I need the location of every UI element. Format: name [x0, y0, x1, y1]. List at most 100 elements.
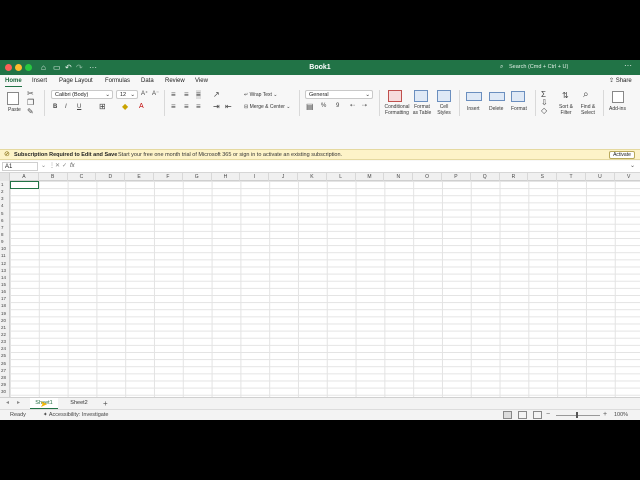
conditional-formatting-button[interactable]: Conditional Formatting: [384, 104, 410, 116]
zoom-in-button[interactable]: +: [603, 410, 607, 420]
column-header-o[interactable]: O: [413, 173, 442, 181]
align-right-icon[interactable]: ≡: [196, 102, 201, 111]
paste-icon[interactable]: [7, 92, 19, 105]
add-sheet-button[interactable]: +: [103, 398, 108, 409]
row-header-19[interactable]: 19: [0, 310, 10, 317]
search-input[interactable]: ⌕ Search (Cmd + Ctrl + U): [496, 62, 606, 73]
zoom-slider-handle[interactable]: [576, 412, 578, 418]
row-header-4[interactable]: 4: [0, 202, 10, 209]
row-header-22[interactable]: 22: [0, 331, 10, 338]
add-ins-button[interactable]: Add-ins: [609, 106, 626, 112]
row-header-6[interactable]: 6: [0, 217, 10, 224]
select-all-corner[interactable]: [0, 173, 10, 181]
row-header-17[interactable]: 17: [0, 295, 10, 302]
expand-formula-bar-icon[interactable]: ⌄: [630, 162, 635, 171]
column-header-k[interactable]: K: [298, 173, 327, 181]
find-select-button[interactable]: Find & Select: [579, 104, 597, 116]
cut-icon[interactable]: ✂: [27, 89, 34, 98]
align-center-icon[interactable]: ≡: [184, 102, 189, 111]
align-middle-icon[interactable]: ≡: [184, 90, 189, 99]
column-header-j[interactable]: J: [269, 173, 298, 181]
column-header-u[interactable]: U: [586, 173, 615, 181]
zoom-slider[interactable]: [556, 415, 600, 416]
column-header-r[interactable]: R: [500, 173, 529, 181]
underline-button[interactable]: U: [77, 103, 81, 112]
delete-cells-label[interactable]: Delete: [489, 106, 503, 112]
row-header-27[interactable]: 27: [0, 367, 10, 374]
sort-filter-icon[interactable]: ⇅: [562, 91, 569, 100]
row-header-13[interactable]: 13: [0, 267, 10, 274]
outdent-icon[interactable]: ⇤: [225, 102, 232, 111]
font-name-select[interactable]: Calibri (Body) ⌄: [51, 90, 113, 99]
column-header-g[interactable]: G: [183, 173, 212, 181]
accessibility-status[interactable]: ✦ Accessibility: Investigate: [43, 411, 108, 420]
share-button[interactable]: ⇪ Share: [609, 76, 632, 86]
row-header-3[interactable]: 3: [0, 195, 10, 202]
format-as-table-button[interactable]: Format as Table: [411, 104, 433, 116]
insert-cells-label[interactable]: Insert: [467, 106, 480, 112]
column-header-p[interactable]: P: [442, 173, 471, 181]
zoom-out-button[interactable]: −: [546, 410, 550, 420]
tab-insert[interactable]: Insert: [32, 76, 47, 86]
decrease-decimal-icon[interactable]: ⇢: [362, 102, 367, 111]
column-header-v[interactable]: V: [615, 173, 640, 181]
tab-view[interactable]: View: [195, 76, 208, 86]
row-header-16[interactable]: 16: [0, 288, 10, 295]
delete-cells-icon[interactable]: [489, 92, 505, 101]
row-header-9[interactable]: 9: [0, 238, 10, 245]
tab-review[interactable]: Review: [165, 76, 185, 86]
column-header-i[interactable]: I: [240, 173, 270, 181]
comma-style-button[interactable]: 9: [336, 102, 339, 111]
format-cells-icon[interactable]: [511, 91, 525, 102]
insert-function-button[interactable]: fx: [70, 162, 75, 171]
percent-button[interactable]: %: [321, 102, 326, 111]
font-size-select[interactable]: 12 ⌄: [116, 90, 138, 99]
cancel-icon[interactable]: ✕: [55, 162, 60, 171]
merge-center-button[interactable]: ⊟ Merge & Center ⌄: [244, 104, 290, 110]
tab-formulas[interactable]: Formulas: [105, 76, 130, 86]
sheet-tab-sheet2[interactable]: Sheet2: [64, 398, 94, 409]
worksheet-grid[interactable]: ABCDEFGHIJKLMNOPQRSTUV 1 2 3 4 5 6 7 8 9 10 11 12 13…: [0, 173, 640, 397]
row-header-24[interactable]: 24: [0, 345, 10, 352]
font-color-icon[interactable]: A: [139, 102, 144, 111]
row-header-28[interactable]: 28: [0, 374, 10, 381]
indent-icon[interactable]: ⇥: [213, 102, 220, 111]
row-header-2[interactable]: 2: [0, 188, 10, 195]
row-header-11[interactable]: 11: [0, 252, 10, 259]
normal-view-icon[interactable]: [503, 411, 512, 419]
row-header-5[interactable]: 5: [0, 210, 10, 217]
column-header-c[interactable]: C: [68, 173, 97, 181]
column-header-n[interactable]: N: [384, 173, 414, 181]
format-painter-icon[interactable]: ✎: [27, 107, 34, 116]
column-header-f[interactable]: F: [154, 173, 183, 181]
borders-icon[interactable]: ⊞: [99, 102, 106, 111]
copy-icon[interactable]: ❐: [27, 98, 34, 107]
name-box[interactable]: A1: [2, 162, 38, 171]
row-header-14[interactable]: 14: [0, 274, 10, 281]
cell-area[interactable]: [10, 181, 640, 397]
align-top-icon[interactable]: ≡: [171, 90, 176, 99]
column-header-b[interactable]: B: [39, 173, 68, 181]
row-header-26[interactable]: 26: [0, 360, 10, 367]
tab-data[interactable]: Data: [141, 76, 154, 86]
decrease-font-icon[interactable]: A⁻: [152, 90, 159, 99]
sort-filter-button[interactable]: Sort & Filter: [558, 104, 574, 116]
row-header-20[interactable]: 20: [0, 317, 10, 324]
clear-icon[interactable]: ◇: [541, 106, 547, 115]
next-sheet-icon[interactable]: ▸: [17, 399, 20, 408]
number-format-select[interactable]: General ⌄: [305, 90, 373, 99]
column-header-h[interactable]: H: [212, 173, 241, 181]
row-header-21[interactable]: 21: [0, 324, 10, 331]
row-header-25[interactable]: 25: [0, 352, 10, 359]
tab-page-layout[interactable]: Page Layout: [59, 76, 93, 86]
row-header-7[interactable]: 7: [0, 224, 10, 231]
align-bottom-icon[interactable]: ≡: [196, 90, 201, 99]
active-cell-a1[interactable]: [10, 181, 39, 189]
align-left-icon[interactable]: ≡: [171, 102, 176, 111]
column-header-m[interactable]: M: [356, 173, 385, 181]
row-header-23[interactable]: 23: [0, 338, 10, 345]
column-header-t[interactable]: T: [557, 173, 586, 181]
enter-icon[interactable]: ✓: [62, 162, 67, 171]
accounting-format-icon[interactable]: ▤: [306, 102, 314, 111]
column-header-a[interactable]: A: [10, 173, 39, 181]
